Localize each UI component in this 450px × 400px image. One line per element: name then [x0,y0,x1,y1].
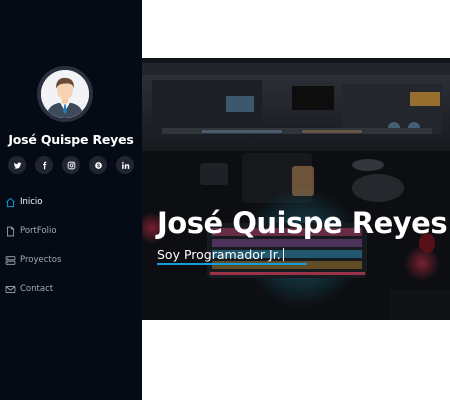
nav-item-portfolio[interactable]: PortFolio [5,224,135,238]
nav-menu: Inicio PortFolio Proyectos Contact [5,195,135,311]
nav-item-label: Inicio [20,197,43,207]
sidebar: José Quispe Reyes Inicio PortFolio Proye… [0,0,142,400]
instagram-icon[interactable] [62,156,80,174]
nav-item-inicio[interactable]: Inicio [5,195,135,209]
facebook-icon[interactable] [35,156,53,174]
avatar-image [41,70,89,118]
nav-item-label: Contact [20,284,54,294]
server-icon [5,255,16,266]
hero-subtitle-text: Soy Programador Jr. [157,247,281,262]
hero-overlay [142,58,450,320]
nav-item-label: Proyectos [20,255,62,265]
hero-subtitle: Soy Programador Jr. [157,247,285,262]
nav-item-label: PortFolio [20,226,57,236]
file-icon [5,226,16,237]
profile-name: José Quispe Reyes [8,132,134,147]
twitter-icon[interactable] [8,156,26,174]
nav-item-proyectos[interactable]: Proyectos [5,253,135,267]
hero-title: José Quispe Reyes [157,206,448,240]
typing-cursor [282,248,285,261]
hero-section: José Quispe Reyes Soy Programador Jr. [142,58,450,320]
avatar [37,66,93,122]
linkedin-icon[interactable] [116,156,134,174]
envelope-icon [5,284,16,295]
home-icon [5,197,16,208]
skype-icon[interactable] [89,156,107,174]
social-links [8,156,134,174]
subtitle-underline [157,263,307,265]
nav-item-contact[interactable]: Contact [5,282,135,296]
